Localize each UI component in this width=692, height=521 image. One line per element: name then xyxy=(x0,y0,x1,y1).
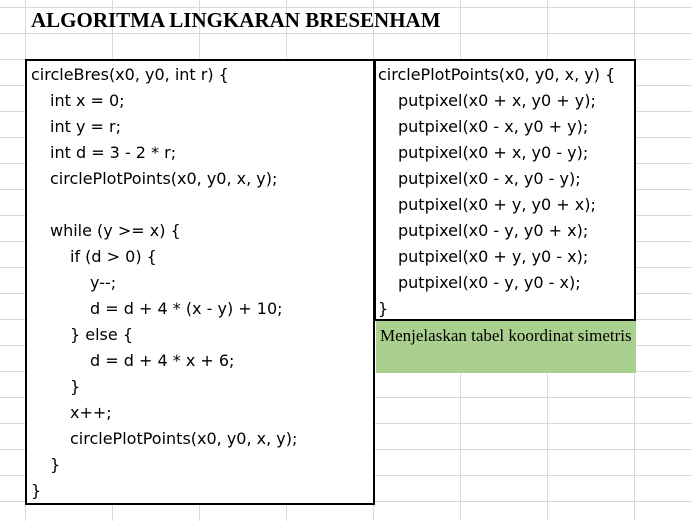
code-line[interactable]: circlePlotPoints(x0, y0, x, y); xyxy=(50,166,277,192)
code-line[interactable]: putpixel(x0 - x, y0 - y); xyxy=(398,166,581,192)
code-line[interactable]: putpixel(x0 + y, y0 - x); xyxy=(398,244,588,270)
code-line[interactable]: d = d + 4 * x + 6; xyxy=(90,348,234,374)
code-line[interactable]: y--; xyxy=(90,270,116,296)
note-cell[interactable]: Menjelaskan tabel koordinat simetris xyxy=(376,321,636,373)
code-line[interactable]: putpixel(x0 - x, y0 + y); xyxy=(398,114,588,140)
code-line[interactable]: } xyxy=(50,452,60,478)
code-line[interactable]: int y = r; xyxy=(50,114,121,140)
code-line[interactable]: d = d + 4 * (x - y) + 10; xyxy=(90,296,283,322)
code-line[interactable]: int d = 3 - 2 * r; xyxy=(50,140,176,166)
code-line[interactable]: circlePlotPoints(x0, y0, x, y) { xyxy=(378,62,615,88)
code-line[interactable]: } xyxy=(31,478,41,504)
code-line[interactable]: circlePlotPoints(x0, y0, x, y); xyxy=(70,426,297,452)
code-line[interactable]: putpixel(x0 - y, y0 + x); xyxy=(398,218,588,244)
code-line[interactable]: } xyxy=(70,374,80,400)
code-line[interactable]: circleBres(x0, y0, int r) { xyxy=(31,62,229,88)
sheet-title[interactable]: ALGORITMA LINGKARAN BRESENHAM xyxy=(31,6,441,34)
code-line[interactable]: } else { xyxy=(70,322,133,348)
code-line[interactable]: putpixel(x0 - y, y0 - x); xyxy=(398,270,581,296)
code-line[interactable]: if (d > 0) { xyxy=(70,244,157,270)
code-line[interactable]: putpixel(x0 + x, y0 + y); xyxy=(398,88,596,114)
code-line[interactable]: int x = 0; xyxy=(50,88,125,114)
code-line[interactable]: } xyxy=(378,296,388,322)
code-line[interactable]: putpixel(x0 + y, y0 + x); xyxy=(398,192,596,218)
code-line[interactable]: while (y >= x) { xyxy=(50,218,181,244)
code-line[interactable]: putpixel(x0 + x, y0 - y); xyxy=(398,140,588,166)
code-line[interactable]: x++; xyxy=(70,400,112,426)
